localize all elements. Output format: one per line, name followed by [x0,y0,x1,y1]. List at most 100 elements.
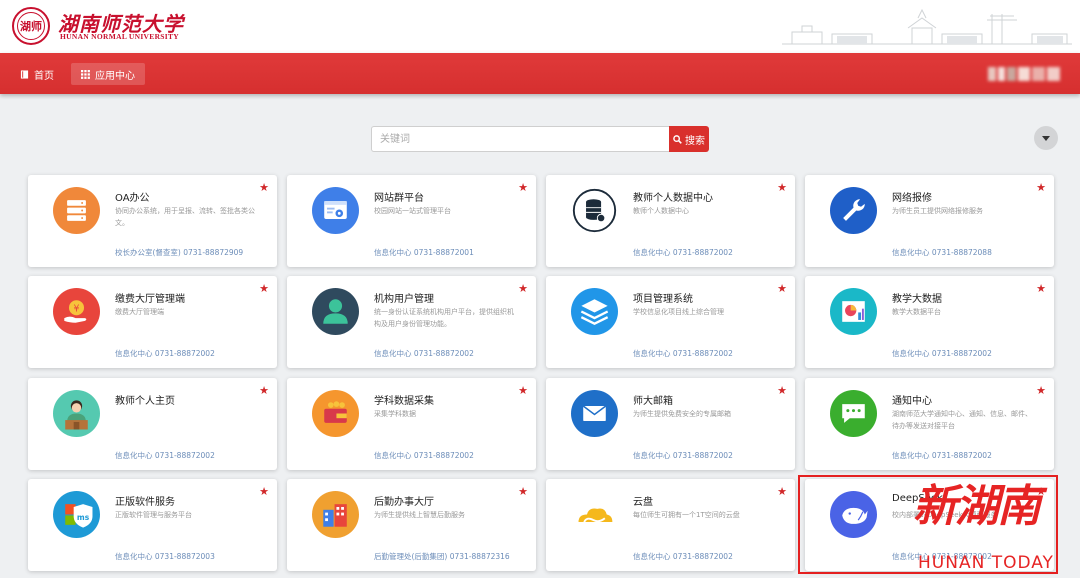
app-card-description: 湖南师范大学通知中心、通知、信息、邮件、待办等发送对接平台 [892,410,1032,430]
app-card-title: OA办公 [115,193,150,204]
favorite-star-icon[interactable]: ★ [777,486,787,497]
app-card-contact[interactable]: 信息化中心 0731-88872002 [892,450,992,461]
layers-icon [571,288,618,335]
user-menu-blurred[interactable] [988,65,1060,83]
app-card-description: 缴费大厅管理端 [115,308,164,316]
main-navbar: 首页 应用中心 [0,53,1080,94]
app-card-title: 教学大数据 [892,294,942,305]
website-settings-icon [312,187,359,234]
app-card-contact[interactable]: 信息化中心 0731-88872002 [892,348,992,359]
app-card-contact[interactable]: 信息化中心 0731-88872002 [633,551,733,562]
mail-icon [571,390,618,437]
favorite-star-icon[interactable]: ★ [1036,385,1046,396]
app-card-contact[interactable]: 信息化中心 0731-88872088 [892,247,992,258]
favorite-star-icon[interactable]: ★ [777,385,787,396]
database-icon [571,187,618,234]
building-icon [312,491,359,538]
favorite-star-icon[interactable]: ★ [259,486,269,497]
app-card-description: 教学大数据平台 [892,308,941,316]
app-card[interactable]: 项目管理系统 学校信息化项目线上综合管理 信息化中心 0731-88872002 ★ [546,276,795,368]
user-icon [312,288,359,335]
watermark-logo-en: HUNAN TODAY [918,553,1054,573]
server-icon [53,187,100,234]
app-card-contact[interactable]: 后勤管理处(后勤集团) 0731-88872316 [374,551,510,562]
app-card-contact[interactable]: 信息化中心 0731-88872002 [374,348,474,359]
nav-app-center[interactable]: 应用中心 [71,63,145,85]
app-card-title: 师大邮箱 [633,396,673,407]
app-card-contact[interactable]: 信息化中心 0731-88872001 [374,247,474,258]
nav-app-center-label: 应用中心 [95,70,135,82]
app-card-title: 教师个人数据中心 [633,193,713,204]
chevron-down-icon [1042,135,1050,141]
app-card-title: 云盘 [633,497,653,508]
app-card-title: 网络报修 [892,193,932,204]
university-logo[interactable]: 湖师 [12,7,50,45]
collapse-toggle-button[interactable] [1034,126,1058,150]
app-card[interactable]: 教师个人主页信息化中心 0731-88872002 ★ [28,378,277,470]
app-card-contact[interactable]: 校长办公室(督查室) 0731-88872909 [115,247,243,258]
wrench-icon [830,187,877,234]
search-button[interactable]: 搜索 [669,126,709,152]
watermark-logo-cn: 新湖南 [913,481,1041,532]
app-card[interactable]: 教师个人数据中心 教师个人数据中心 信息化中心 0731-88872002 ★ [546,175,795,267]
favorite-star-icon[interactable]: ★ [777,182,787,193]
app-card-description: 采集学科数据 [374,410,416,418]
app-card-description: 校园网站一站式管理平台 [374,207,451,215]
app-card-contact[interactable]: 信息化中心 0731-88872002 [633,450,733,461]
message-icon [830,390,877,437]
app-card-title: 教师个人主页 [115,396,175,407]
svg-text:¥: ¥ [74,304,80,315]
app-card-contact[interactable]: 信息化中心 0731-88872002 [633,348,733,359]
app-card[interactable]: 通知中心湖南师范大学通知中心、通知、信息、邮件、待办等发送对接平台信息化中心 0… [805,378,1054,470]
search-icon [673,134,682,144]
app-card-title: 后勤办事大厅 [374,497,434,508]
favorite-star-icon[interactable]: ★ [518,182,528,193]
app-card-contact[interactable]: 信息化中心 0731-88872002 [633,247,733,258]
grid-icon [81,69,90,79]
favorite-star-icon[interactable]: ★ [777,283,787,294]
app-card-description: 正版软件管理与服务平台 [115,511,192,519]
school-name-en: HUNAN NORMAL UNIVERSITY [60,32,179,41]
app-card-contact[interactable]: 信息化中心 0731-88872002 [374,450,474,461]
app-card[interactable]: 后勤办事大厅为师生提供线上智慧后勤服务后勤管理处(后勤集团) 0731-8887… [287,479,536,571]
favorite-star-icon[interactable]: ★ [259,182,269,193]
nav-home-label: 首页 [34,70,54,82]
app-card[interactable]: ¥ 缴费大厅管理端 缴费大厅管理端 信息化中心 0731-88872002 ★ [28,276,277,368]
cloud-icon [571,491,618,538]
favorite-star-icon[interactable]: ★ [518,283,528,294]
app-card[interactable]: ms 正版软件服务 正版软件管理与服务平台 信息化中心 0731-88872003 ★ [28,479,277,571]
app-card[interactable]: 网站群平台 校园网站一站式管理平台 信息化中心 0731-88872001 ★ [287,175,536,267]
app-card[interactable]: 云盘每位师生可拥有一个1T空间的云盘 信息化中心 0731-88872002 ★ [546,479,795,571]
app-card-description: 每位师生可拥有一个1T空间的云盘 [633,511,740,519]
app-card-title: 机构用户管理 [374,294,434,305]
favorite-star-icon[interactable]: ★ [518,385,528,396]
favorite-star-icon[interactable]: ★ [1036,182,1046,193]
app-card[interactable]: 教学大数据教学大数据平台信息化中心 0731-88872002 ★ [805,276,1054,368]
app-card-description: 统一身份认证系统机构用户平台，提供组织机构及用户身份管理功能。 [374,308,514,328]
app-card[interactable]: 师大邮箱 为师生提供免费安全的专属邮箱 信息化中心 0731-88872002 ★ [546,378,795,470]
svg-text:ms: ms [77,513,90,522]
ms-shield-icon: ms [53,491,100,538]
favorite-star-icon[interactable]: ★ [518,486,528,497]
app-card[interactable]: OA办公 协同办公系统，用于呈报、流转、签批各类公文。 校长办公室(督查室) 073… [28,175,277,267]
logo-seal: 湖师 [17,12,45,40]
app-card-title: 缴费大厅管理端 [115,294,185,305]
app-card[interactable]: 网络报修 为师生员工提供网络报修服务 信息化中心 0731-88872088 ★ [805,175,1054,267]
app-card[interactable]: 机构用户管理统一身份认证系统机构用户平台，提供组织机构及用户身份管理功能。信息化… [287,276,536,368]
app-card-contact[interactable]: 信息化中心 0731-88872003 [115,551,215,562]
app-card-contact[interactable]: 信息化中心 0731-88872002 [115,348,215,359]
teacher-icon [53,390,100,437]
search-input[interactable] [371,126,669,152]
favorite-star-icon[interactable]: ★ [1036,283,1046,294]
nav-home[interactable]: 首页 [10,63,64,85]
app-card-title: 学科数据采集 [374,396,434,407]
app-card-contact[interactable]: 信息化中心 0731-88872002 [115,450,215,461]
favorite-star-icon[interactable]: ★ [259,385,269,396]
app-card[interactable]: 学科数据采集 采集学科数据信息化中心 0731-88872002 ★ [287,378,536,470]
campus-skyline-decoration [782,8,1072,45]
app-card-title: 通知中心 [892,396,932,407]
favorite-star-icon[interactable]: ★ [259,283,269,294]
app-card-title: 项目管理系统 [633,294,693,305]
app-card-description: 为师生提供线上智慧后勤服务 [374,511,465,519]
search-bar: 搜索 [371,126,709,152]
